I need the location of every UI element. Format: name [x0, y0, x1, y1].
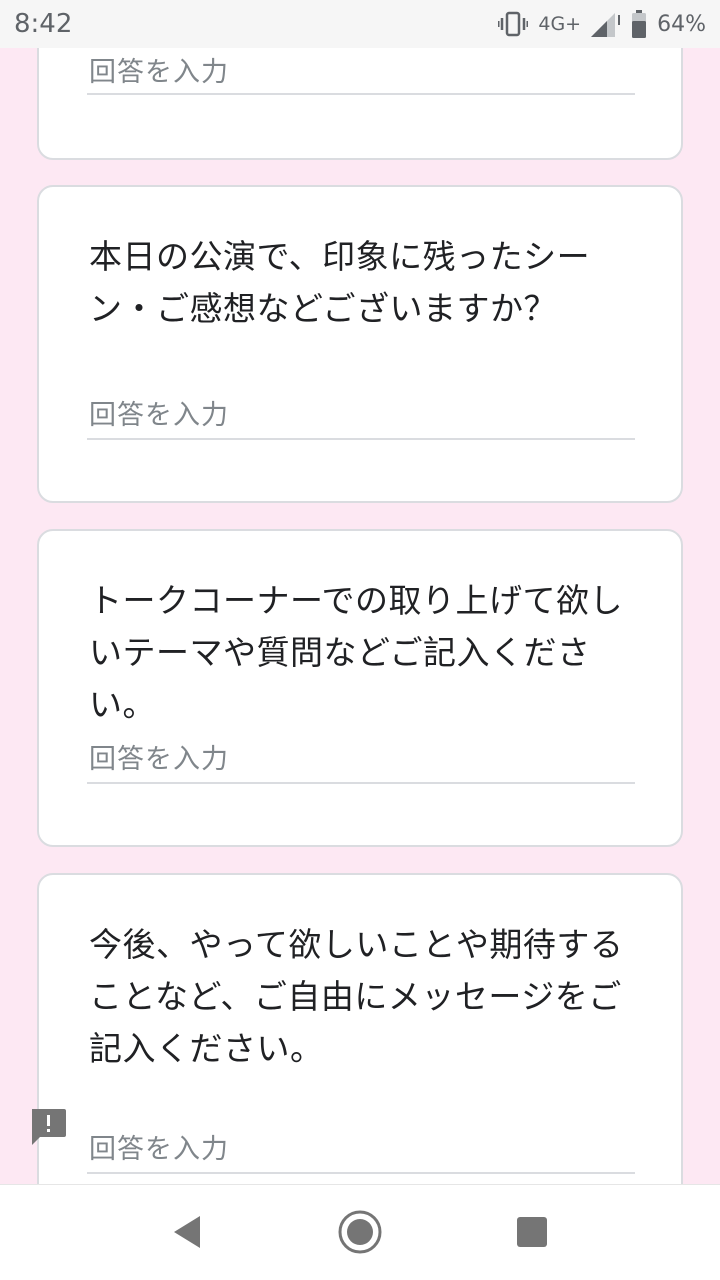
question-card: 本日の公演で、印象に残ったシーン・ご感想などございますか？ 回答を入力 — [37, 185, 683, 503]
answer-input[interactable]: 回答を入力 — [89, 393, 229, 432]
question-title: トークコーナーでの取り上げて欲しいテーマや質問などご記入ください。 — [89, 581, 624, 724]
recents-icon[interactable] — [514, 1207, 550, 1261]
status-icons: 4G+ 64% — [498, 10, 706, 38]
answer-underline — [87, 438, 635, 440]
answer-underline — [87, 93, 635, 95]
signal-icon — [591, 11, 621, 37]
network-type: 4G+ — [538, 13, 582, 35]
vibrate-icon — [498, 11, 529, 37]
answer-underline — [87, 782, 635, 784]
question-card: トークコーナーでの取り上げて欲しいテーマや質問などご記入ください。 回答を入力 — [37, 529, 683, 847]
home-icon[interactable] — [336, 1207, 384, 1261]
answer-input[interactable]: 回答を入力 — [89, 1127, 229, 1166]
answer-underline — [87, 1172, 635, 1174]
answer-input[interactable]: 回答を入力 — [89, 50, 229, 89]
form-content[interactable]: 回答を入力 本日の公演で、印象に残ったシーン・ご感想などございますか？ 回答を入… — [0, 48, 720, 1184]
question-card: 回答を入力 — [37, 48, 683, 160]
answer-input[interactable]: 回答を入力 — [89, 737, 229, 776]
navigation-bar — [0, 1184, 720, 1280]
status-time: 8:42 — [14, 9, 73, 39]
question-card: 今後、やって欲しいことや期待することなど、ご自由にメッセージをご記入ください。 … — [37, 873, 683, 1184]
status-bar: 8:42 4G+ 64% — [0, 0, 720, 48]
battery-level: 64% — [657, 11, 706, 37]
battery-icon — [631, 10, 647, 38]
question-title: 今後、やって欲しいことや期待することなど、ご自由にメッセージをご記入ください。 — [89, 925, 624, 1068]
feedback-icon[interactable] — [28, 1107, 68, 1147]
back-icon[interactable] — [168, 1207, 208, 1261]
question-title: 本日の公演で、印象に残ったシーン・ご感想などございますか？ — [89, 237, 591, 328]
